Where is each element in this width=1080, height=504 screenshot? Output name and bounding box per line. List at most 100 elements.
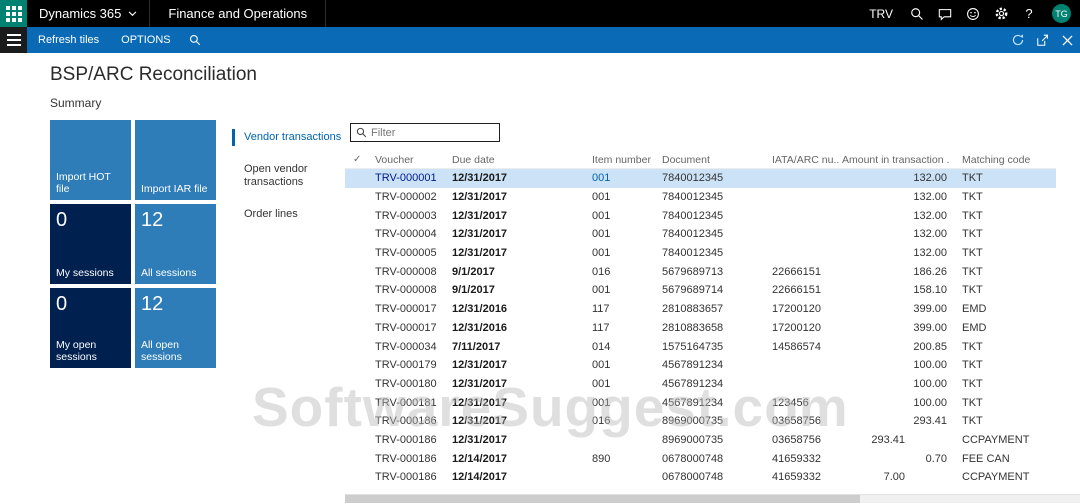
cell-due-date: 7/11/2017 bbox=[452, 340, 501, 353]
table-row[interactable]: TRV-000179 12/31/2017 001 4567891234 100.00 T… bbox=[345, 356, 1056, 375]
tile-all-sessions[interactable]: 12 All sessions bbox=[135, 204, 216, 284]
tile-my-open-sessions[interactable]: 0 My open sessions bbox=[50, 288, 131, 368]
cell-item-number: 016 bbox=[592, 265, 611, 278]
table-row[interactable]: TRV-000186 12/31/2017 8969000735 03658756 29… bbox=[345, 431, 1056, 450]
cell-matching-code: TKT bbox=[962, 377, 983, 390]
search-icon bbox=[911, 7, 923, 20]
options-menu[interactable]: OPTIONS bbox=[110, 34, 182, 46]
table-row[interactable]: TRV-000005 12/31/2017 001 7840012345 132.00 T… bbox=[345, 244, 1056, 263]
table-row[interactable]: TRV-000017 12/31/2016 117 2810883658 1720012… bbox=[345, 319, 1056, 338]
feedback-button[interactable] bbox=[959, 0, 987, 27]
cell-due-date: 12/31/2017 bbox=[452, 191, 508, 204]
table-row[interactable]: TRV-000008 9/1/2017 001 5679689714 22666151 1… bbox=[345, 281, 1056, 300]
cell-document: 7840012345 bbox=[662, 172, 724, 185]
cell-voucher: TRV-000005 bbox=[375, 247, 437, 260]
table-row[interactable]: TRV-000186 12/14/2017 0678000748 41659332 7.… bbox=[345, 468, 1056, 487]
table-row[interactable]: TRV-000001 12/31/2017 001 7840012345 132.00 T… bbox=[345, 169, 1056, 188]
table-row[interactable]: TRV-000034 7/11/2017 014 1575164735 14586574… bbox=[345, 337, 1056, 356]
table-row[interactable]: TRV-000186 12/31/2017 016 8969000735 0365875… bbox=[345, 412, 1056, 431]
column-header-item-number[interactable]: Item number bbox=[590, 154, 660, 166]
cell-amount: 158.10 bbox=[913, 284, 947, 297]
cell-iata-arc: 123456 bbox=[772, 396, 809, 409]
cell-iata-arc: 17200120 bbox=[772, 303, 821, 316]
actionbar-search-button[interactable] bbox=[182, 27, 208, 53]
close-button[interactable] bbox=[1055, 27, 1080, 53]
cell-amount: 100.00 bbox=[913, 377, 947, 390]
table-row[interactable]: TRV-000003 12/31/2017 001 7840012345 132.00 T… bbox=[345, 206, 1056, 225]
hamburger-menu-icon[interactable] bbox=[0, 27, 27, 53]
cell-voucher[interactable]: TRV-000001 bbox=[373, 172, 450, 184]
table-row[interactable]: TRV-000008 9/1/2017 016 5679689713 22666151 1… bbox=[345, 262, 1056, 281]
cell-document: 2810883657 bbox=[662, 303, 724, 316]
search-button[interactable] bbox=[903, 0, 931, 27]
table-row[interactable]: TRV-000186 12/14/2017 890 0678000748 4165933… bbox=[345, 449, 1056, 468]
refresh-tiles-button[interactable]: Refresh tiles bbox=[27, 34, 110, 46]
cell-iata-arc: 17200120 bbox=[772, 321, 821, 334]
column-header-matching-code[interactable]: Matching code bbox=[950, 154, 1056, 166]
tile-import-iar-file[interactable]: Import IAR file bbox=[135, 120, 216, 200]
cell-matching-code: TKT bbox=[962, 396, 983, 409]
cell-due-date: 12/31/2017 bbox=[452, 247, 508, 260]
cell-item-number: 014 bbox=[592, 340, 611, 353]
column-header-voucher[interactable]: Voucher bbox=[373, 154, 450, 166]
cell-item-number[interactable]: 001 bbox=[590, 172, 660, 184]
help-icon: ? bbox=[1025, 6, 1033, 21]
tile-import-hot-file[interactable]: Import HOT file bbox=[50, 120, 131, 200]
app-launcher-waffle-icon[interactable] bbox=[0, 0, 27, 27]
cell-due-date: 12/31/2017 bbox=[452, 209, 508, 222]
nav-item-open-vendor-transactions[interactable]: Open vendor transactions bbox=[232, 161, 342, 191]
table-row[interactable]: TRV-000180 12/31/2017 001 4567891234 100.00 T… bbox=[345, 375, 1056, 394]
cell-matching-code: TKT bbox=[962, 415, 983, 428]
refresh-button[interactable] bbox=[1005, 27, 1030, 53]
column-header-document[interactable]: Document bbox=[660, 154, 770, 166]
horizontal-scrollbar[interactable] bbox=[345, 494, 1080, 503]
module-name[interactable]: Finance and Operations bbox=[149, 0, 327, 27]
table-row[interactable]: TRV-000002 12/31/2017 001 7840012345 132.00 T… bbox=[345, 188, 1056, 207]
messages-button[interactable] bbox=[931, 0, 959, 27]
company-picker[interactable]: TRV bbox=[859, 7, 903, 21]
open-in-new-window-button[interactable] bbox=[1030, 27, 1055, 53]
column-header-amount-transaction[interactable]: Amount in transaction ... bbox=[840, 154, 950, 166]
cell-voucher: TRV-000008 bbox=[375, 284, 437, 297]
select-all-icon[interactable]: ✓ bbox=[345, 154, 373, 165]
cell-iata-arc: 03658756 bbox=[772, 415, 821, 428]
scrollbar-thumb[interactable] bbox=[345, 495, 860, 503]
cell-document: 7840012345 bbox=[662, 209, 724, 222]
cell-amount: 132.00 bbox=[913, 228, 947, 241]
tile-label: Import HOT file bbox=[56, 171, 111, 195]
smiley-icon bbox=[967, 7, 979, 20]
avatar[interactable]: TG bbox=[1052, 4, 1071, 23]
tile-all-open-sessions[interactable]: 12 All open sessions bbox=[135, 288, 216, 368]
table-row[interactable]: TRV-000004 12/31/2017 001 7840012345 132.00 T… bbox=[345, 225, 1056, 244]
cell-matching-code: TKT bbox=[962, 191, 983, 204]
cell-voucher: TRV-000002 bbox=[375, 191, 437, 204]
cell-voucher: TRV-000008 bbox=[375, 265, 437, 278]
window-controls bbox=[1005, 27, 1080, 53]
cell-amount-transaction: 293.41 bbox=[871, 433, 905, 446]
cell-amount: 399.00 bbox=[913, 303, 947, 316]
chat-icon bbox=[938, 8, 952, 21]
settings-button[interactable] bbox=[987, 0, 1015, 27]
column-header-iata-arc[interactable]: IATA/ARC nu... bbox=[770, 154, 840, 166]
cell-amount: 132.00 bbox=[913, 209, 947, 222]
filter-box[interactable] bbox=[350, 123, 500, 142]
close-icon bbox=[1062, 34, 1073, 46]
nav-item-vendor-transactions[interactable]: Vendor transactions bbox=[232, 129, 342, 146]
cell-amount: 200.85 bbox=[913, 340, 947, 353]
cell-document: 4567891234 bbox=[662, 359, 724, 372]
cell-item-number: 001 bbox=[592, 247, 611, 260]
nav-item-order-lines[interactable]: Order lines bbox=[232, 206, 342, 223]
cell-item-number: 001 bbox=[592, 209, 611, 222]
page-content: BSP/ARC Reconciliation Summary Import HO… bbox=[0, 53, 1080, 504]
table-row[interactable]: TRV-000017 12/31/2016 117 2810883657 1720012… bbox=[345, 300, 1056, 319]
tile-my-sessions[interactable]: 0 My sessions bbox=[50, 204, 131, 284]
cell-iata-arc: 41659332 bbox=[772, 452, 821, 465]
help-button[interactable]: ? bbox=[1015, 0, 1043, 27]
table-row[interactable]: TRV-000181 12/31/2017 001 4567891234 123456 1… bbox=[345, 393, 1056, 412]
app-name-menu[interactable]: Dynamics 365 bbox=[27, 0, 149, 27]
filter-input[interactable] bbox=[371, 126, 491, 139]
column-header-due-date[interactable]: Due date bbox=[450, 154, 590, 166]
cell-due-date: 12/14/2017 bbox=[452, 471, 508, 484]
cell-voucher: TRV-000180 bbox=[375, 377, 437, 390]
cell-due-date: 12/31/2017 bbox=[452, 396, 508, 409]
